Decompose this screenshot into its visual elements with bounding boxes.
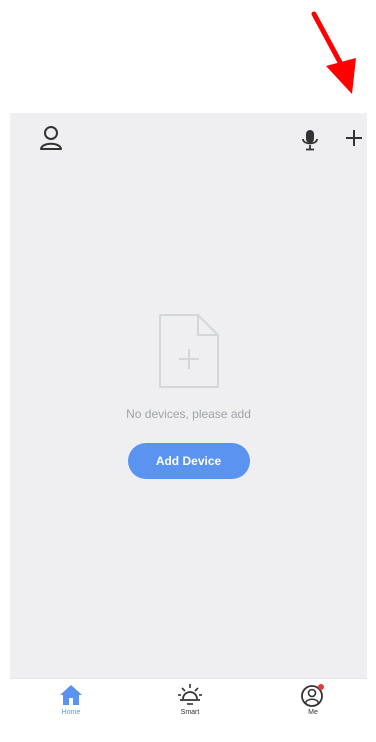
add-button[interactable]: [342, 125, 366, 151]
tab-me[interactable]: Me: [283, 683, 343, 721]
tab-home[interactable]: Home: [41, 683, 101, 721]
tab-smart-label: Smart: [180, 709, 200, 716]
tab-me-label: Me: [308, 709, 318, 716]
profile-icon: [301, 684, 324, 707]
home-icon: [60, 685, 82, 705]
tab-home-label: Home: [61, 709, 81, 716]
top-bar: [10, 113, 367, 163]
voice-button[interactable]: [298, 125, 322, 155]
add-device-button[interactable]: Add Device: [127, 443, 250, 479]
tab-smart[interactable]: Smart: [160, 683, 220, 721]
user-button[interactable]: [36, 123, 66, 153]
microphone-icon: [302, 130, 318, 151]
document-add-icon: [158, 314, 219, 388]
app-screen: No devices, please add Add Device Home S…: [10, 113, 367, 723]
empty-state: No devices, please add Add Device: [10, 311, 367, 479]
notification-badge: [318, 684, 324, 690]
sun-icon: [178, 684, 202, 705]
empty-message: No devices, please add: [126, 407, 251, 421]
tab-bar: Home Smart Me: [10, 678, 367, 723]
annotation-arrow-icon: [311, 11, 356, 94]
plus-icon: [346, 130, 362, 146]
user-icon: [40, 126, 62, 150]
